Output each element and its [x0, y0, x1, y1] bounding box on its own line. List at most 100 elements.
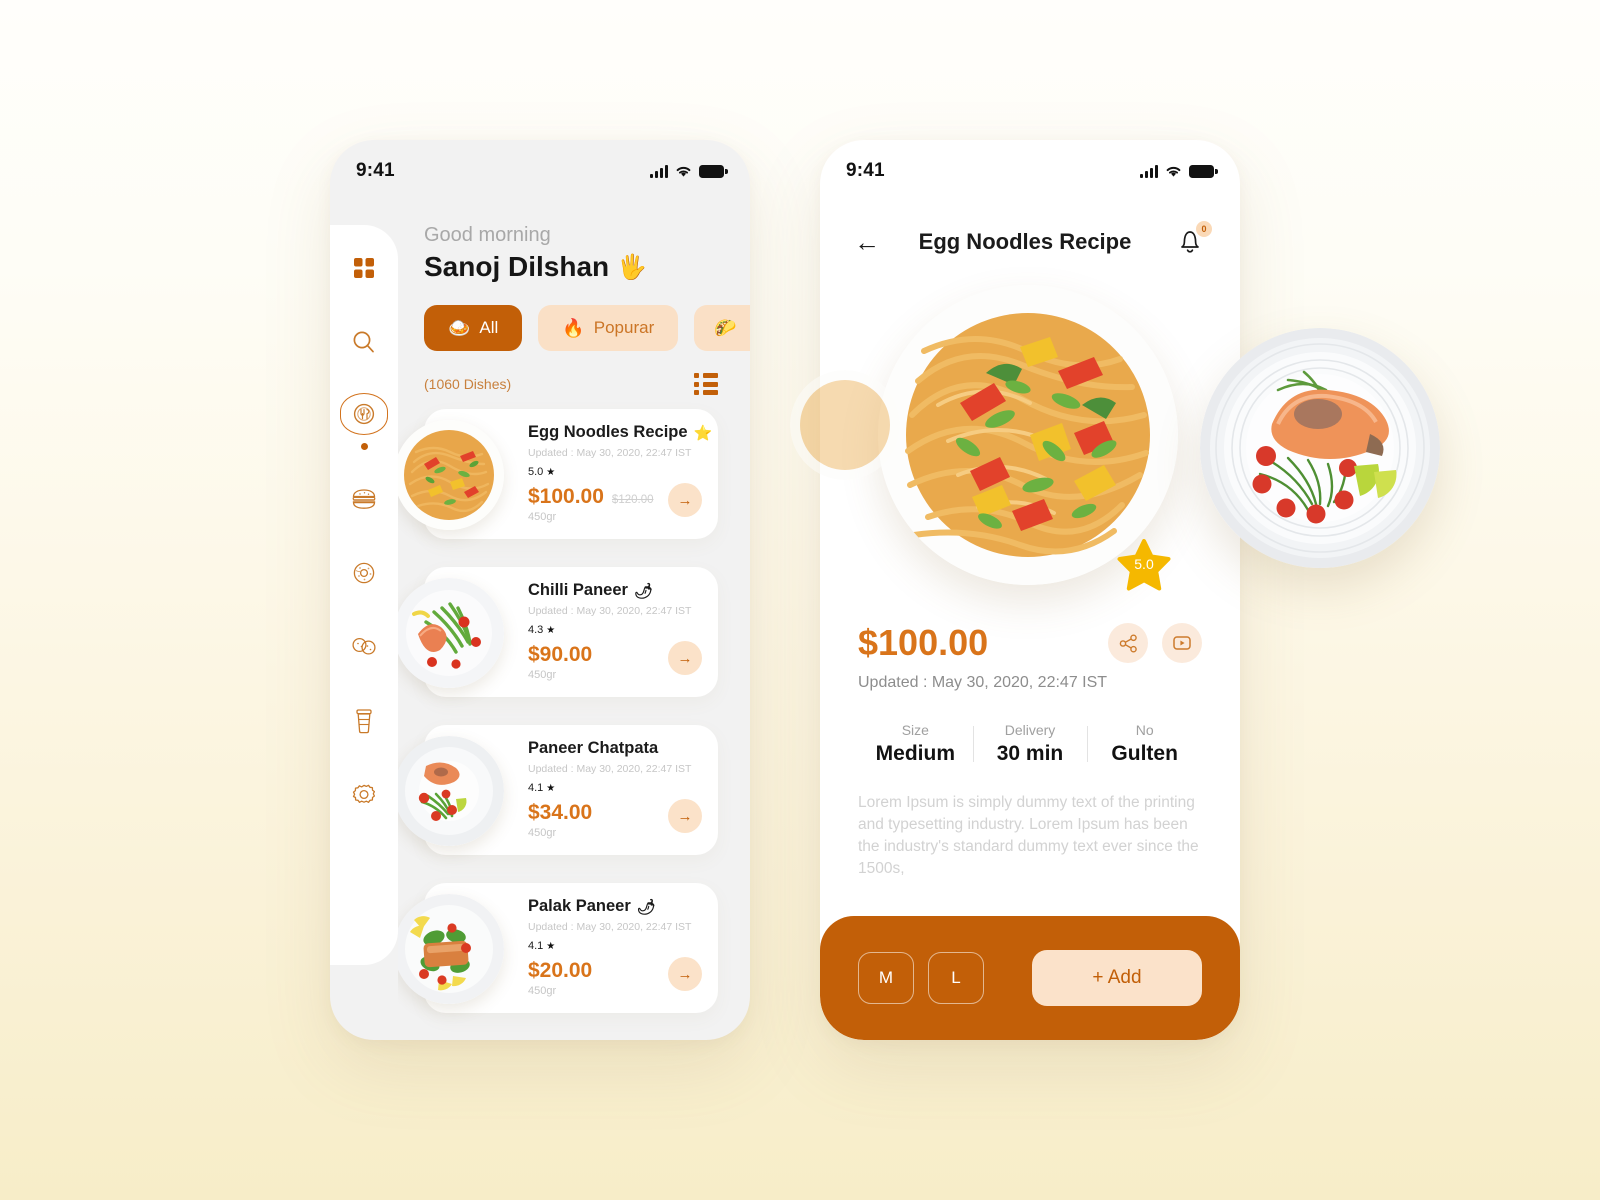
- dish-title-text: Egg Noodles Recipe: [528, 423, 688, 441]
- dish-price: $90.00: [528, 643, 593, 666]
- wifi-icon: [1166, 166, 1181, 177]
- sidebar-item-drink[interactable]: [341, 698, 387, 744]
- dish-updated: Updated : May 30, 2020, 22:47 IST: [528, 447, 692, 459]
- dish-go-button[interactable]: →: [668, 483, 702, 517]
- wave-hand-emoji: 🖐: [617, 253, 648, 281]
- grid-icon: [354, 258, 374, 278]
- sidebar-item-dishes[interactable]: [340, 393, 388, 435]
- dish-go-button[interactable]: →: [668, 957, 702, 991]
- battery-icon: [699, 164, 728, 178]
- sidebar-item-burger[interactable]: [341, 476, 387, 522]
- salmon-spinach-image: [398, 894, 504, 1004]
- notifications-button[interactable]: 0: [1176, 221, 1212, 258]
- size-option-m[interactable]: M: [858, 952, 914, 1004]
- active-indicator-dot: [360, 443, 368, 450]
- add-to-cart-button[interactable]: + Add: [1032, 950, 1202, 1006]
- wifi-icon: [676, 166, 691, 177]
- hero-dish-image: 5.0: [878, 285, 1178, 591]
- sidebar-item-grid[interactable]: [341, 245, 387, 291]
- dish-tag-emoji: 🌶: [633, 582, 653, 600]
- dish-old-price: $120.00: [611, 494, 654, 506]
- size-option-l[interactable]: L: [928, 952, 984, 1004]
- hero-rating-badge: 5.0: [1116, 539, 1172, 593]
- dish-thumbnail-chilli-paneer: [398, 578, 504, 688]
- dish-count-label: (1060 Dishes): [424, 376, 512, 392]
- arrow-right-icon: →: [677, 649, 693, 667]
- dish-title: Egg Noodles Recipe ⭐: [528, 423, 718, 442]
- user-name-text: Sanoj Dilshan: [424, 251, 610, 282]
- status-time: 9:41: [356, 160, 395, 181]
- burger-icon: [352, 489, 376, 509]
- share-icon: [1119, 634, 1137, 653]
- battery-icon: [1189, 164, 1218, 178]
- dish-thumbnail-palak-paneer: [398, 894, 504, 1004]
- dish-updated: Updated : May 30, 2020, 22:47 IST: [528, 605, 692, 617]
- action-buttons: [1108, 623, 1202, 663]
- star-icon: ★: [546, 782, 556, 794]
- dish-rating: 4.1 ★: [528, 782, 718, 794]
- floating-dish-decoration: [1200, 328, 1440, 568]
- dish-title: Palak Paneer 🌶: [528, 897, 718, 916]
- category-chip-popular[interactable]: 🔥 Popurar: [538, 305, 679, 351]
- dish-price: $34.00: [528, 801, 593, 824]
- dish-title-text: Chilli Paneer: [528, 581, 628, 599]
- dish-list: Egg Noodles Recipe ⭐ Updated : May 30, 2…: [398, 409, 750, 1013]
- notification-badge: 0: [1196, 221, 1212, 237]
- taco-emoji-icon: 🌮: [714, 317, 737, 338]
- spec-gluten-label: No: [1135, 722, 1154, 738]
- sidebar-item-settings[interactable]: [341, 772, 387, 818]
- detail-price: $100.00: [858, 622, 989, 663]
- dish-card-egg-noodles[interactable]: Egg Noodles Recipe ⭐ Updated : May 30, 2…: [398, 409, 718, 539]
- dish-thumbnail-noodles: [398, 420, 504, 530]
- sidebar-item-search[interactable]: [341, 319, 387, 365]
- gear-icon: [352, 784, 376, 803]
- status-time: 9:41: [846, 160, 885, 181]
- category-chip-all[interactable]: 🍛 All: [424, 305, 523, 351]
- dish-title: Paneer Chatpata: [528, 739, 718, 758]
- salmon-steak-image: [398, 736, 504, 846]
- bottom-action-bar: M L + Add: [820, 916, 1240, 1040]
- arrow-right-icon: →: [677, 491, 693, 509]
- detail-body: $100.00 Updated: May 30, 2020, 22:47 IS…: [820, 610, 1240, 916]
- category-chip-popular-label: Popurar: [593, 318, 655, 337]
- dish-tag-emoji: ⭐: [693, 424, 713, 442]
- cellular-signal-icon: [1140, 164, 1158, 178]
- status-bar-home: 9:41: [330, 140, 750, 202]
- spec-delivery: Delivery 30 min: [972, 722, 1088, 766]
- spec-row: Size Medium Delivery 30 min No Gulten: [858, 722, 1202, 766]
- greeting-label: Good morning: [424, 224, 551, 246]
- search-icon: [353, 331, 374, 353]
- donut-icon: [353, 562, 375, 584]
- dish-go-button[interactable]: →: [668, 641, 702, 675]
- spec-delivery-label: Delivery: [1004, 722, 1056, 738]
- spec-size-value: Medium: [875, 742, 955, 765]
- spec-gluten: No Gulten: [1087, 722, 1202, 766]
- sidebar-item-cookies[interactable]: [341, 624, 387, 670]
- plate-cutlery-icon: [353, 403, 375, 425]
- noodles-decoration-image: [790, 370, 900, 480]
- share-button[interactable]: [1108, 623, 1148, 663]
- dish-card-paneer-chatpata[interactable]: Paneer Chatpata Updated : May 30, 2020, …: [398, 725, 718, 855]
- detail-phone-frame: 9:41 ← Egg Noodles Recipe 0 5.0 $100.00 …: [820, 140, 1240, 1040]
- dish-price: $100.00: [528, 485, 604, 508]
- spec-size-label: Size: [901, 722, 929, 738]
- dish-description: Lorem Ipsum is simply dummy text of the …: [858, 794, 1199, 877]
- dish-go-button[interactable]: →: [668, 799, 702, 833]
- sidebar-item-donut[interactable]: [341, 550, 387, 596]
- dish-rating-value: 4.3: [528, 624, 544, 636]
- noodles-image: [398, 420, 504, 530]
- list-view-icon[interactable]: [694, 373, 718, 395]
- dish-title-text: Paneer Chatpata: [528, 739, 659, 757]
- dish-card-palak-paneer[interactable]: Palak Paneer 🌶 Updated : May 30, 2020, 2…: [398, 883, 718, 1013]
- detail-header: ← Egg Noodles Recipe 0: [820, 202, 1240, 282]
- user-name: Sanoj Dilshan 🖐: [424, 251, 750, 283]
- spec-delivery-value: 30 min: [996, 742, 1064, 765]
- dish-title-text: Palak Paneer: [528, 897, 631, 915]
- arrow-right-icon: →: [677, 807, 693, 825]
- video-button[interactable]: [1162, 623, 1202, 663]
- dish-updated: Updated : May 30, 2020, 22:47 IST: [528, 763, 692, 775]
- category-chip-third[interactable]: 🌮: [694, 305, 750, 351]
- home-phone-frame: 9:41 Good morning Sanoj Dilshan 🖐 🍛 All …: [330, 140, 750, 1040]
- price-row: $100.00: [858, 622, 1202, 664]
- dish-card-chilli-paneer[interactable]: Chilli Paneer 🌶 Updated : May 30, 2020, …: [398, 567, 718, 697]
